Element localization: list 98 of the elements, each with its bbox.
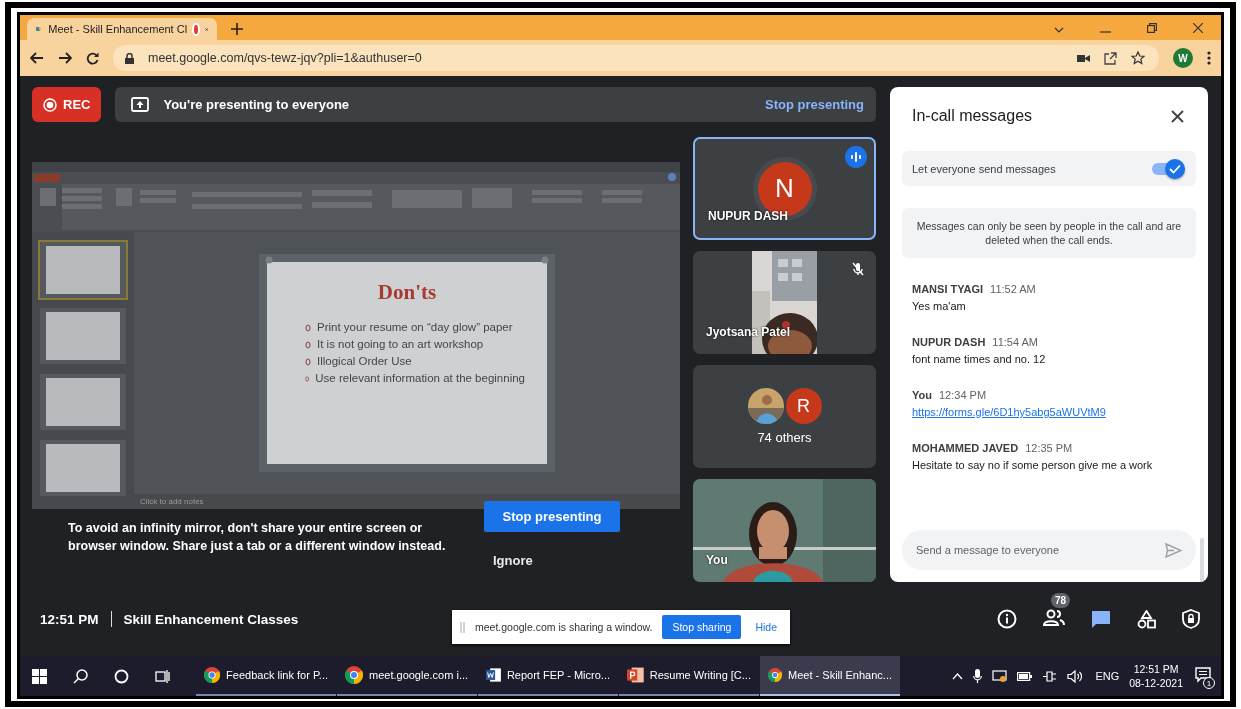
hide-button[interactable]: Hide bbox=[751, 619, 781, 635]
stop-presenting-button[interactable]: Stop presenting bbox=[484, 501, 620, 532]
recording-badge: REC bbox=[32, 87, 102, 122]
meeting-title: Skill Enhancement Classes bbox=[123, 611, 299, 627]
network-icon[interactable] bbox=[992, 669, 1008, 683]
banner-text: You're presenting to everyone bbox=[163, 97, 350, 112]
present-icon bbox=[131, 97, 150, 112]
taskbar-item[interactable]: Resume Writing [C... bbox=[619, 656, 759, 696]
message-sender: MANSI TYAGI bbox=[912, 283, 984, 295]
message-input[interactable]: Send a message to everyone bbox=[902, 530, 1196, 570]
restore-icon[interactable] bbox=[1147, 23, 1157, 33]
chevron-down-icon[interactable] bbox=[1054, 27, 1064, 33]
circle-icon[interactable] bbox=[114, 668, 129, 684]
taskbar-item[interactable]: meet.google.com i... bbox=[337, 656, 477, 696]
speaker-icon[interactable] bbox=[1067, 669, 1084, 683]
microphone-icon[interactable] bbox=[973, 669, 983, 683]
meeting-time: 12:51 PM bbox=[40, 611, 99, 627]
scrollbar-thumb[interactable] bbox=[1200, 538, 1204, 582]
share-icon[interactable] bbox=[1104, 51, 1117, 65]
chrome-icon bbox=[345, 666, 363, 684]
forward-icon[interactable] bbox=[58, 52, 72, 64]
stop-presenting-button[interactable]: Stop presenting bbox=[765, 93, 864, 116]
notification-icon[interactable] bbox=[1195, 667, 1211, 683]
privacy-notice: Messages can only be seen by people in the call and are deleted when the call ends. bbox=[902, 208, 1196, 258]
bullet-icon bbox=[305, 357, 311, 366]
star-icon[interactable] bbox=[1131, 51, 1145, 65]
close-icon[interactable] bbox=[1171, 109, 1184, 123]
document-icon bbox=[486, 666, 501, 684]
bullet-icon bbox=[305, 323, 311, 332]
setting-label: Let everyone send messages bbox=[912, 162, 1056, 175]
search-icon[interactable] bbox=[73, 668, 88, 684]
participant-name: NUPUR DASH bbox=[708, 209, 788, 223]
bullet-icon bbox=[305, 374, 310, 383]
participant-avatar: R bbox=[785, 388, 822, 424]
bullet-text: It is not going to an art workshop bbox=[317, 337, 484, 352]
sharing-text: meet.google.com is sharing a window. bbox=[475, 621, 653, 633]
message-time: 12:35 PM bbox=[1025, 442, 1073, 454]
message-time: 12:34 PM bbox=[938, 389, 987, 401]
taskbar-clock[interactable]: 12:51 PM 08-12-2021 bbox=[1129, 662, 1183, 690]
chrome-icon bbox=[204, 666, 221, 684]
slide-thumbnail[interactable] bbox=[40, 242, 126, 298]
message-link[interactable]: https://forms.gle/6D1hy5abg5aWUVtM9 bbox=[912, 406, 1106, 418]
message-sender: MOHAMMED JAVED bbox=[912, 442, 1019, 454]
record-icon bbox=[43, 97, 57, 112]
taskbar-item[interactable]: Feedback link for P... bbox=[196, 656, 336, 696]
menu-icon[interactable] bbox=[1207, 51, 1211, 65]
message-text: Hesitate to say no if some person give me a work bbox=[912, 459, 1154, 471]
infinity-mirror-warning: To avoid an infinity mirror, don't share your entire screen or browser window. Share just a tab or a different window instead. bbox=[68, 520, 447, 555]
pushpin-icon bbox=[265, 256, 273, 264]
pushpin-icon bbox=[541, 256, 549, 264]
message-time: 11:52 AM bbox=[990, 283, 1036, 295]
lock-icon bbox=[125, 52, 134, 64]
slide-thumbnail[interactable] bbox=[40, 308, 126, 364]
message-sender: NUPUR DASH bbox=[912, 336, 986, 348]
profile-avatar[interactable]: W bbox=[1173, 48, 1193, 68]
language-indicator[interactable]: ENG bbox=[1095, 670, 1120, 682]
close-icon[interactable] bbox=[1193, 23, 1203, 33]
message-sender: You bbox=[912, 389, 932, 401]
people-icon[interactable] bbox=[1043, 608, 1065, 626]
bullet-text: Print your resume on “day glow” paper bbox=[317, 320, 513, 335]
chevron-up-icon[interactable] bbox=[952, 672, 964, 680]
participant-count: 78 bbox=[1051, 593, 1071, 608]
back-icon[interactable] bbox=[30, 52, 44, 64]
browser-tab[interactable]: Meet - Skill Enhancement Cl bbox=[27, 18, 217, 40]
task-view-icon[interactable] bbox=[155, 668, 170, 684]
slide-title: Don'ts bbox=[376, 280, 438, 305]
taskbar-item[interactable]: Report FEP - Micro... bbox=[478, 656, 618, 696]
bullet-icon bbox=[305, 340, 311, 349]
participant-name: You bbox=[706, 553, 728, 567]
message-time: 11:54 AM bbox=[992, 336, 1038, 348]
chat-icon[interactable] bbox=[1091, 609, 1111, 629]
stop-sharing-button[interactable]: Stop sharing bbox=[662, 615, 742, 639]
slides-icon bbox=[627, 666, 644, 684]
new-tab-icon[interactable] bbox=[231, 23, 243, 35]
toggle-switch[interactable] bbox=[1150, 158, 1186, 179]
check-icon bbox=[1169, 163, 1181, 174]
taskbar-item[interactable]: Meet - Skill Enhanc... bbox=[760, 656, 900, 696]
message-text: Yes ma'am bbox=[912, 300, 967, 312]
notification-count: 1 bbox=[1203, 677, 1215, 689]
chrome-icon bbox=[768, 666, 783, 684]
windows-start-icon[interactable] bbox=[32, 668, 47, 684]
bullet-text: Illogical Order Use bbox=[317, 354, 412, 369]
shield-icon[interactable] bbox=[1182, 609, 1200, 629]
panel-title: In-call messages bbox=[912, 107, 1033, 125]
ignore-button[interactable]: Ignore bbox=[484, 550, 542, 571]
info-icon[interactable] bbox=[997, 609, 1017, 629]
bullet-text: Use relevant information at the beginning bbox=[315, 371, 525, 386]
others-count: 74 others bbox=[757, 430, 812, 445]
battery-icon[interactable] bbox=[1017, 671, 1033, 681]
slide-thumbnail[interactable] bbox=[40, 374, 126, 430]
plug-icon[interactable] bbox=[1042, 669, 1058, 683]
message-text: font name times and no. 12 bbox=[912, 353, 1047, 365]
drag-handle-icon[interactable] bbox=[460, 621, 465, 633]
address-field[interactable]: meet.google.com/qvs-tewz-jqv?pli=1&authuser=0 bbox=[113, 45, 1159, 71]
shapes-icon[interactable] bbox=[1137, 609, 1156, 629]
slide-thumbnail[interactable] bbox=[40, 440, 126, 496]
camera-icon[interactable] bbox=[1077, 53, 1090, 63]
reload-icon[interactable] bbox=[86, 51, 99, 65]
